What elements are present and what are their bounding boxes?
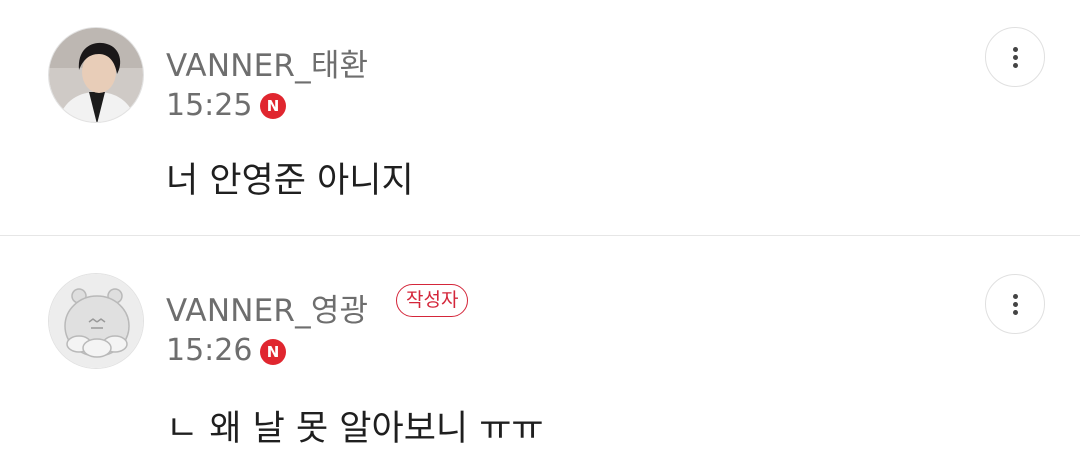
new-badge-icon: N <box>260 339 286 365</box>
comment-username[interactable]: VANNER_태환 <box>166 40 368 85</box>
comment-text: ㄴ 왜 날 못 알아보니 ㅠㅠ <box>166 409 544 449</box>
more-options-button[interactable] <box>985 274 1045 334</box>
person-photo-icon <box>49 28 143 122</box>
more-options-button[interactable] <box>985 27 1045 87</box>
comment-time: 15:25 <box>166 88 253 123</box>
author-badge: 작성자 <box>396 284 469 317</box>
comment-item: VANNER_영광 작성자 15:26 N ㄴ 왜 날 못 알아보니 ㅠㅠ <box>0 236 1080 467</box>
comment-username[interactable]: VANNER_영광 <box>166 285 368 330</box>
user-avatar[interactable] <box>48 27 144 123</box>
user-avatar[interactable] <box>48 273 144 369</box>
new-badge-icon: N <box>260 93 286 119</box>
comment-item: VANNER_태환 15:25 N 너 안영준 아니지 <box>0 0 1080 235</box>
comment-time: 15:26 <box>166 333 253 368</box>
comment-text: 너 안영준 아니지 <box>166 161 414 201</box>
hamster-icon <box>49 274 143 368</box>
